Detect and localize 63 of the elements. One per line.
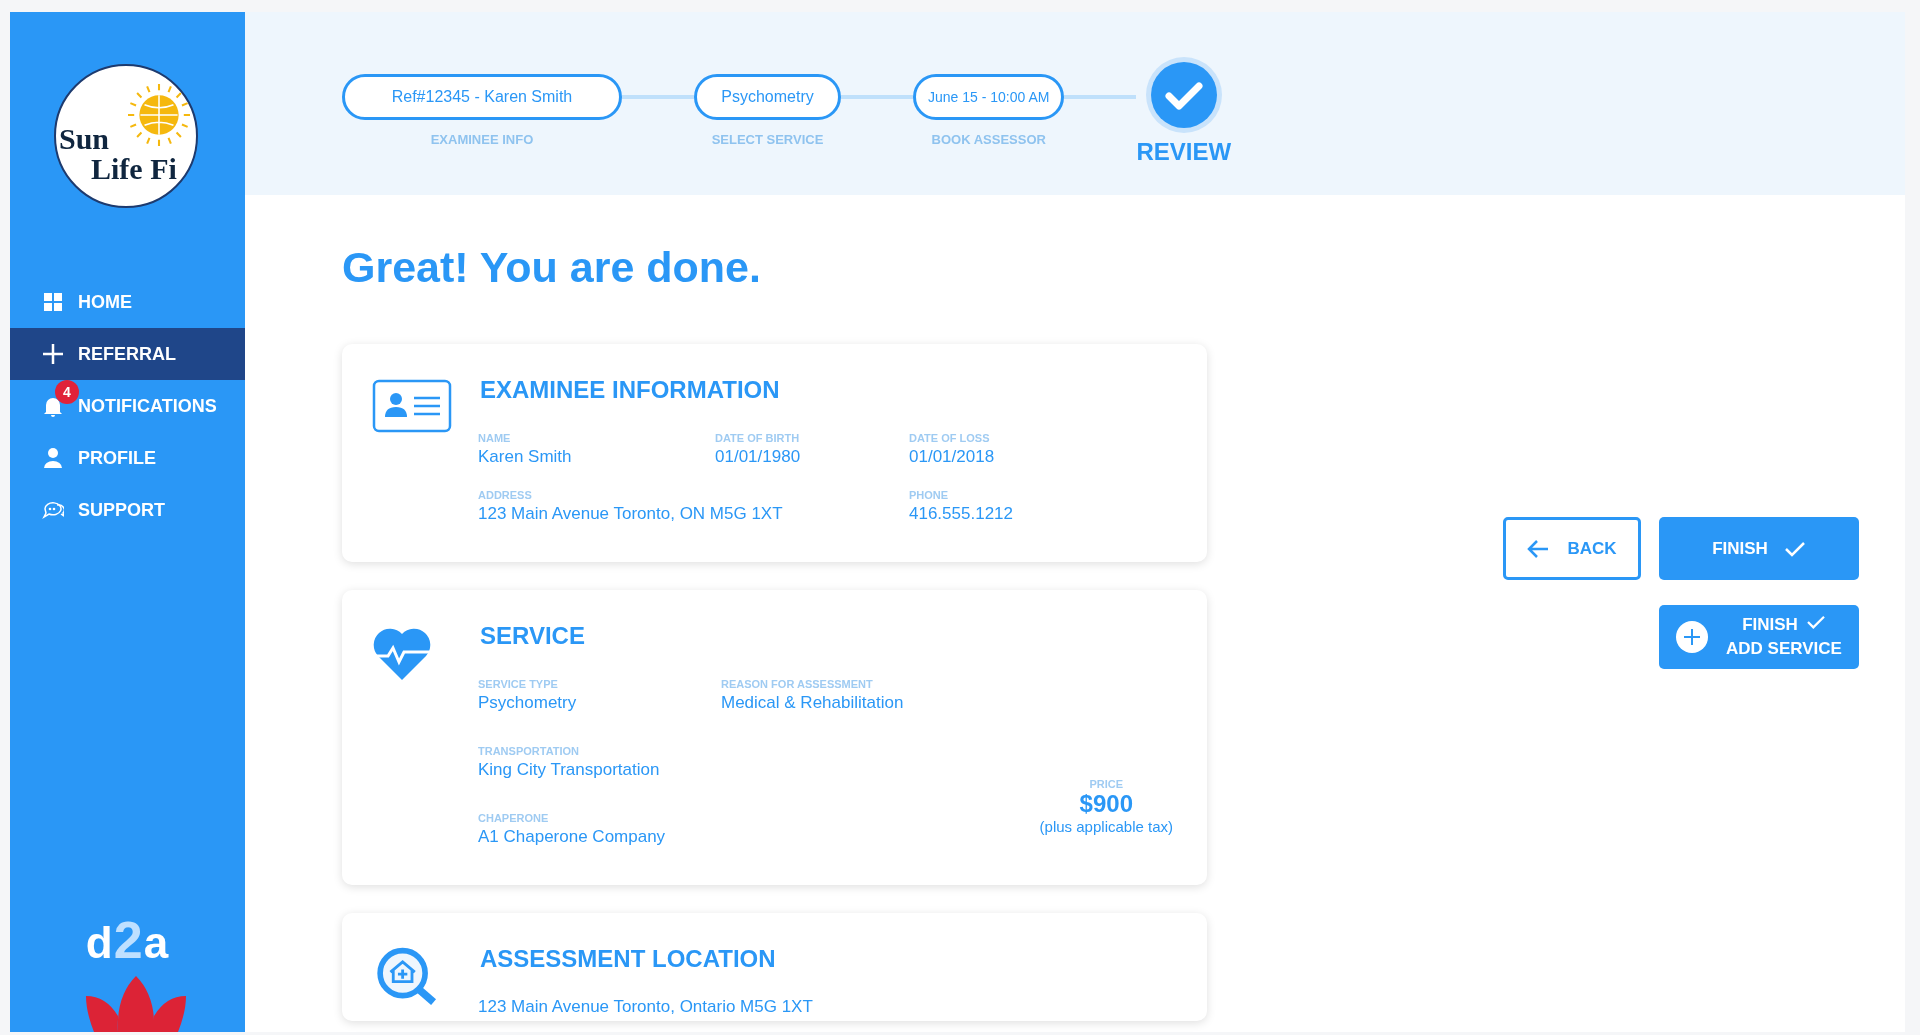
- field-label: TRANSPORTATION: [478, 745, 580, 757]
- field-label: REASON FOR ASSESSMENT: [721, 678, 873, 690]
- field-label: NAME: [478, 432, 511, 444]
- back-button[interactable]: BACK: [1503, 517, 1641, 580]
- field-label: SERVICE TYPE: [478, 678, 558, 690]
- grid-icon: [42, 291, 64, 313]
- field-value: 01/01/2018: [909, 447, 995, 467]
- checkmark-icon: [1805, 614, 1826, 630]
- field-value: 416.555.1212: [909, 504, 1013, 524]
- nav-item[interactable]: HOME: [10, 276, 245, 328]
- finish-add-service-button[interactable]: FINISH ADD SERVICE: [1659, 605, 1859, 669]
- nav-label: SUPPORT: [78, 499, 165, 521]
- field-label: DATE OF LOSS: [909, 432, 990, 444]
- arrow-left-icon: [1527, 539, 1550, 558]
- price-amount: $900: [1078, 790, 1134, 818]
- nav-label: PROFILE: [78, 447, 156, 469]
- plus-icon: [42, 343, 64, 365]
- step-connector: [841, 95, 913, 99]
- field-value: 123 Main Avenue Toronto, ON M5G 1XT: [478, 504, 783, 524]
- tax-note: (plus applicable tax): [1039, 818, 1173, 835]
- field-value: A1 Chaperone Company: [478, 827, 666, 847]
- checkmark-icon: [1783, 539, 1806, 558]
- nav-label: REFERRAL: [78, 343, 176, 365]
- card-title: ASSESSMENT LOCATION: [480, 945, 777, 973]
- field-value: Psychometry: [478, 693, 577, 713]
- logo-text: Sun Life Fi: [59, 124, 177, 184]
- field-label: DATE OF BIRTH: [715, 432, 800, 444]
- nav-item[interactable]: PROFILE: [10, 432, 245, 484]
- finish-button[interactable]: FINISH: [1659, 517, 1859, 580]
- notification-badge: 4: [55, 380, 79, 404]
- plus-circle-icon: [1676, 621, 1709, 653]
- nav-item[interactable]: SUPPORT: [10, 484, 245, 536]
- bell-icon: [42, 395, 64, 417]
- page-heading: Great! You are done.: [342, 243, 762, 292]
- step-label: EXAMINEE INFO: [430, 132, 534, 147]
- step-pill[interactable]: Ref#12345 - Karen Smith: [342, 74, 622, 120]
- chat-bubbles-icon: [42, 499, 64, 521]
- field-label: ADDRESS: [478, 489, 532, 501]
- brand-logo-text: d2a: [84, 910, 171, 970]
- nav-label: HOME: [78, 291, 132, 313]
- field-value: King City Transportation: [478, 760, 660, 780]
- person-icon: [42, 447, 64, 469]
- field-label: PHONE: [909, 489, 949, 501]
- step-pill[interactable]: June 15 - 10:00 AM: [913, 74, 1065, 120]
- step-label: SELECT SERVICE: [711, 132, 824, 147]
- step-label: BOOK ASSESSOR: [931, 132, 1046, 147]
- step-connector: [622, 95, 694, 99]
- field-value: Medical & Rehabilitation: [721, 693, 904, 713]
- nav-label: NOTIFICATIONS: [78, 395, 217, 417]
- sun-logo-icon: [128, 84, 190, 146]
- step-pill[interactable]: Psychometry: [694, 74, 841, 120]
- maple-leaf-icon: [86, 976, 186, 1032]
- current-step-label: REVIEW: [1136, 138, 1232, 166]
- nav-item[interactable]: REFERRAL: [10, 328, 245, 380]
- nav-item[interactable]: NOTIFICATIONS 4: [10, 380, 245, 432]
- address-text: 123 Main Avenue Toronto, Ontario M5G 1XT: [478, 997, 814, 1017]
- card-title: EXAMINEE INFORMATION: [480, 376, 781, 404]
- field-value: 01/01/1980: [715, 447, 801, 467]
- field-label: CHAPERONE: [478, 812, 549, 824]
- field-value: Karen Smith: [478, 447, 572, 467]
- card-title: SERVICE: [480, 622, 586, 650]
- price-label: PRICE: [1088, 778, 1125, 790]
- check-circle-icon: [1144, 56, 1223, 134]
